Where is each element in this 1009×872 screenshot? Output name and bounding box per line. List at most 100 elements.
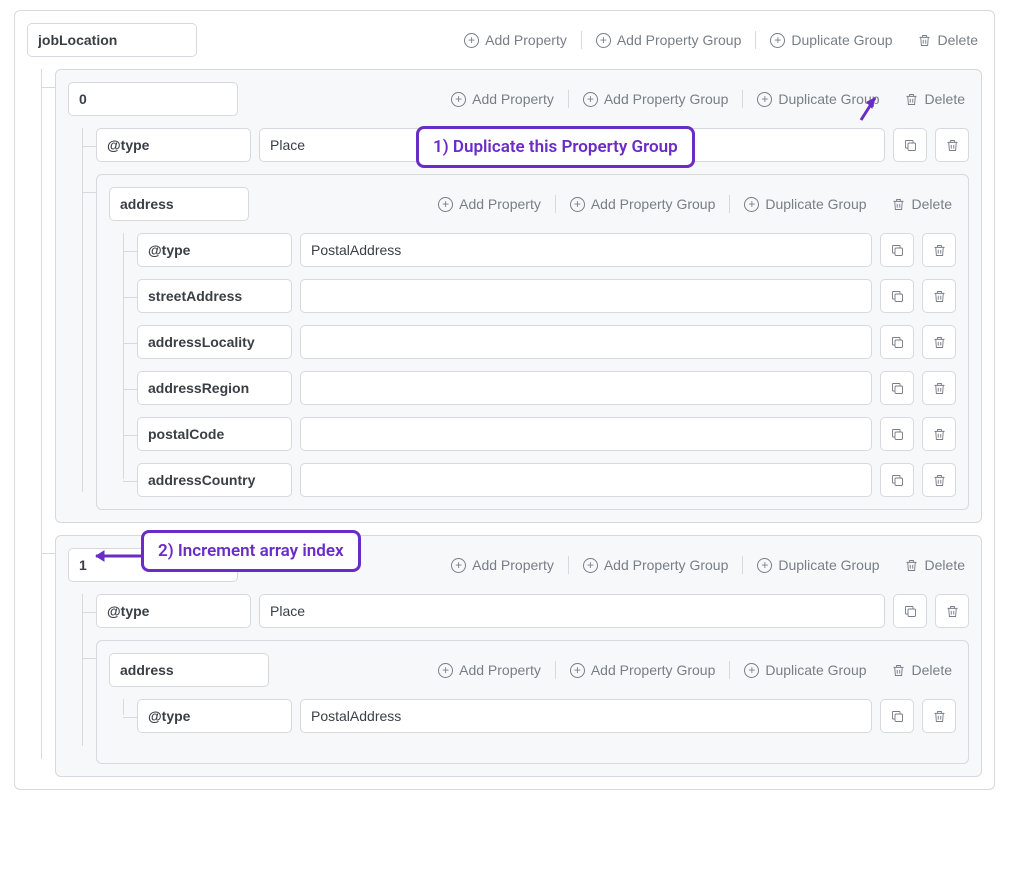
delete-label: Delete xyxy=(938,32,978,48)
group-name-input[interactable] xyxy=(27,23,197,57)
delete-button[interactable]: Delete xyxy=(913,30,982,50)
group-job-location: + Add Property + Add Property Group + Du… xyxy=(14,10,995,790)
property-key-input[interactable] xyxy=(137,463,292,497)
delete-button[interactable]: Delete xyxy=(887,194,956,214)
add-property-button[interactable]: + Add Property xyxy=(447,89,558,109)
plus-icon: + xyxy=(757,558,772,573)
delete-button[interactable]: Delete xyxy=(900,89,969,109)
array-index-input[interactable] xyxy=(68,82,238,116)
delete-button[interactable]: Delete xyxy=(887,660,956,680)
duplicate-group-button[interactable]: + Duplicate Group xyxy=(766,30,896,50)
group-name-input[interactable] xyxy=(109,653,269,687)
copy-button[interactable] xyxy=(893,594,927,628)
add-property-button[interactable]: + Add Property xyxy=(434,194,545,214)
add-property-label: Add Property xyxy=(472,557,554,573)
copy-button[interactable] xyxy=(880,371,914,405)
separator xyxy=(555,195,556,213)
delete-label: Delete xyxy=(912,662,952,678)
delete-row-button[interactable] xyxy=(922,699,956,733)
delete-row-button[interactable] xyxy=(935,594,969,628)
property-row xyxy=(137,279,956,313)
property-type xyxy=(96,594,969,628)
property-key-input[interactable] xyxy=(137,233,292,267)
property-row: + Add Property + Add Property Group xyxy=(96,640,969,764)
property-key-input[interactable] xyxy=(137,371,292,405)
copy-button[interactable] xyxy=(880,417,914,451)
children-container: + Add Property + Add Property Group + Du… xyxy=(41,69,982,777)
plus-icon: + xyxy=(464,33,479,48)
property-key-input[interactable] xyxy=(137,325,292,359)
delete-row-button[interactable] xyxy=(922,279,956,313)
copy-button[interactable] xyxy=(893,128,927,162)
property-value-input[interactable] xyxy=(259,594,885,628)
plus-icon: + xyxy=(744,197,759,212)
property-value-input[interactable] xyxy=(300,279,872,313)
add-property-group-label: Add Property Group xyxy=(591,196,716,212)
separator xyxy=(742,90,743,108)
property-value-input[interactable] xyxy=(300,699,872,733)
add-property-button[interactable]: + Add Property xyxy=(460,30,571,50)
property-value-input[interactable] xyxy=(300,371,872,405)
property-key-input[interactable] xyxy=(96,128,251,162)
separator xyxy=(755,31,756,49)
add-property-group-button[interactable]: + Add Property Group xyxy=(566,194,720,214)
delete-row-button[interactable] xyxy=(922,417,956,451)
trash-icon xyxy=(945,138,960,153)
separator xyxy=(742,556,743,574)
plus-icon: + xyxy=(596,33,611,48)
property-value-input[interactable] xyxy=(300,325,872,359)
property-key-input[interactable] xyxy=(137,417,292,451)
add-property-button[interactable]: + Add Property xyxy=(434,660,545,680)
children-container: + Add Property + Add Property Group xyxy=(82,594,969,764)
add-property-button[interactable]: + Add Property xyxy=(447,555,558,575)
plus-icon: + xyxy=(570,197,585,212)
annotation-callout-2: 2) Increment array index xyxy=(141,530,361,572)
property-key-input[interactable] xyxy=(96,594,251,628)
duplicate-group-button[interactable]: + Duplicate Group xyxy=(740,194,870,214)
group-name-input[interactable] xyxy=(109,187,249,221)
add-property-group-button[interactable]: + Add Property Group xyxy=(579,89,733,109)
copy-button[interactable] xyxy=(880,279,914,313)
trash-icon xyxy=(932,427,947,442)
property-key-input[interactable] xyxy=(137,699,292,733)
duplicate-group-button[interactable]: + Duplicate Group xyxy=(753,555,883,575)
duplicate-group-label: Duplicate Group xyxy=(791,32,892,48)
trash-icon xyxy=(904,92,919,107)
property-row xyxy=(137,233,956,267)
add-property-group-button[interactable]: + Add Property Group xyxy=(592,30,746,50)
duplicate-group-button[interactable]: + Duplicate Group xyxy=(740,660,870,680)
group-item-1: 2) Increment array index + Add Property … xyxy=(55,535,982,777)
property-value-input[interactable] xyxy=(300,463,872,497)
separator xyxy=(581,31,582,49)
property-row xyxy=(137,325,956,359)
copy-button[interactable] xyxy=(880,233,914,267)
property-key-input[interactable] xyxy=(137,279,292,313)
add-property-group-label: Add Property Group xyxy=(591,662,716,678)
copy-button[interactable] xyxy=(880,463,914,497)
plus-icon: + xyxy=(570,663,585,678)
delete-row-button[interactable] xyxy=(922,371,956,405)
delete-row-button[interactable] xyxy=(922,325,956,359)
copy-icon xyxy=(890,473,905,488)
copy-icon xyxy=(890,289,905,304)
property-value-input[interactable] xyxy=(300,233,872,267)
trash-icon xyxy=(932,243,947,258)
property-row xyxy=(137,463,956,497)
duplicate-group-label: Duplicate Group xyxy=(765,196,866,212)
copy-button[interactable] xyxy=(880,699,914,733)
add-property-group-label: Add Property Group xyxy=(604,91,729,107)
delete-row-button[interactable] xyxy=(922,463,956,497)
delete-button[interactable]: Delete xyxy=(900,555,969,575)
copy-button[interactable] xyxy=(880,325,914,359)
children-container xyxy=(123,699,956,733)
property-value-input[interactable] xyxy=(300,417,872,451)
add-property-group-button[interactable]: + Add Property Group xyxy=(566,660,720,680)
add-property-group-button[interactable]: + Add Property Group xyxy=(579,555,733,575)
plus-icon: + xyxy=(451,558,466,573)
delete-row-button[interactable] xyxy=(935,128,969,162)
copy-icon xyxy=(903,138,918,153)
group-header: + Add Property + Add Property Group xyxy=(109,187,956,221)
add-property-group-label: Add Property Group xyxy=(604,557,729,573)
property-type xyxy=(137,699,956,733)
delete-row-button[interactable] xyxy=(922,233,956,267)
